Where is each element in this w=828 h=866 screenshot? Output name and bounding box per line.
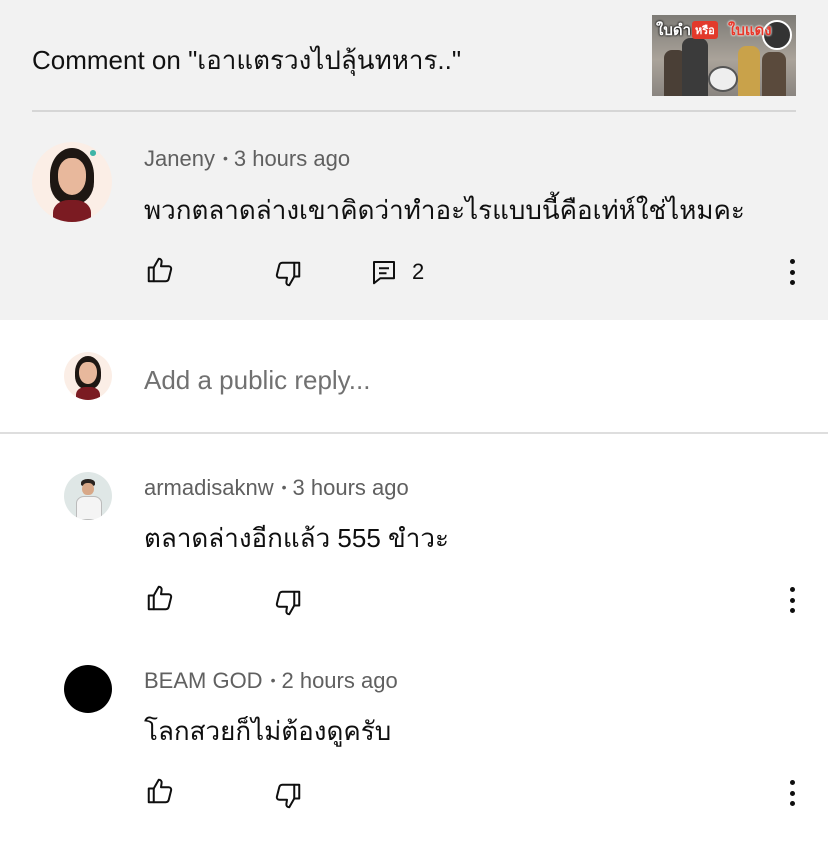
dislike-button[interactable] — [272, 587, 304, 619]
avatar[interactable] — [64, 665, 112, 713]
page-title: Comment on "เอาแตรวงไปลุ้นทหาร.." — [32, 45, 462, 75]
like-button[interactable] — [144, 254, 176, 286]
divider — [0, 432, 828, 434]
thumbnail-text-right: ใบแดง — [728, 22, 772, 39]
dislike-button[interactable] — [272, 780, 304, 812]
more-options-button[interactable] — [780, 777, 804, 809]
thumbs-down-icon — [275, 590, 301, 616]
thumbs-up-icon — [147, 778, 173, 804]
meta-separator: • — [281, 479, 287, 495]
meta-separator: • — [270, 672, 276, 688]
comment-meta: BEAM GOD • 2 hours ago — [144, 668, 398, 694]
comment-time: 3 hours ago — [233, 146, 351, 171]
thumbnail-figure — [738, 46, 760, 96]
thumbs-up-icon — [147, 585, 173, 611]
thumbnail-drum — [708, 66, 738, 92]
comment-meta: Janeny • 3 hours ago — [144, 146, 350, 172]
avatar[interactable] — [64, 472, 112, 520]
thumbs-up-icon — [147, 257, 173, 283]
comment-icon — [373, 261, 395, 285]
comment-time: 3 hours ago — [292, 475, 409, 500]
thumbs-down-icon — [275, 261, 301, 287]
thumbnail-figure — [682, 38, 708, 96]
dislike-button[interactable] — [272, 258, 304, 290]
comment-text: ตลาดล่างอีกแล้ว 555 ขำวะ — [144, 523, 449, 553]
comment-author[interactable]: armadisaknw — [144, 475, 274, 500]
thumbs-down-icon — [275, 783, 301, 809]
comment-author[interactable]: BEAM GOD — [144, 668, 263, 693]
comment-header: Comment on "เอาแตรวงไปลุ้นทหาร.." ใบดำ ห… — [32, 0, 796, 112]
more-options-button[interactable] — [780, 584, 804, 616]
comment-author[interactable]: Janeny — [144, 146, 215, 171]
reply-input[interactable] — [144, 360, 744, 400]
comment-time: 2 hours ago — [281, 668, 398, 693]
meta-separator: • — [222, 150, 228, 166]
comment-text: พวกตลาดล่างเขาคิดว่าทำอะไรแบบนี้คือเท่ห์… — [144, 195, 745, 225]
more-vert-icon — [789, 259, 795, 264]
current-user-avatar — [64, 352, 112, 400]
comment-meta: armadisaknw • 3 hours ago — [144, 475, 409, 501]
video-thumbnail[interactable]: ใบดำ หรือ ใบแดง — [652, 15, 796, 96]
avatar[interactable] — [32, 142, 112, 222]
thumbnail-text-left: ใบดำ — [656, 22, 692, 39]
more-vert-icon — [789, 587, 795, 592]
reply-count[interactable]: 2 — [412, 259, 424, 285]
more-vert-icon — [789, 780, 795, 785]
like-button[interactable] — [144, 775, 176, 807]
reply-button[interactable] — [368, 256, 400, 288]
comment-text: โลกสวยก็ไม่ต้องดูครับ — [144, 716, 392, 746]
thumbnail-text-mid: หรือ — [692, 21, 718, 39]
more-options-button[interactable] — [780, 256, 804, 288]
like-button[interactable] — [144, 582, 176, 614]
thumbnail-figure — [762, 52, 786, 96]
